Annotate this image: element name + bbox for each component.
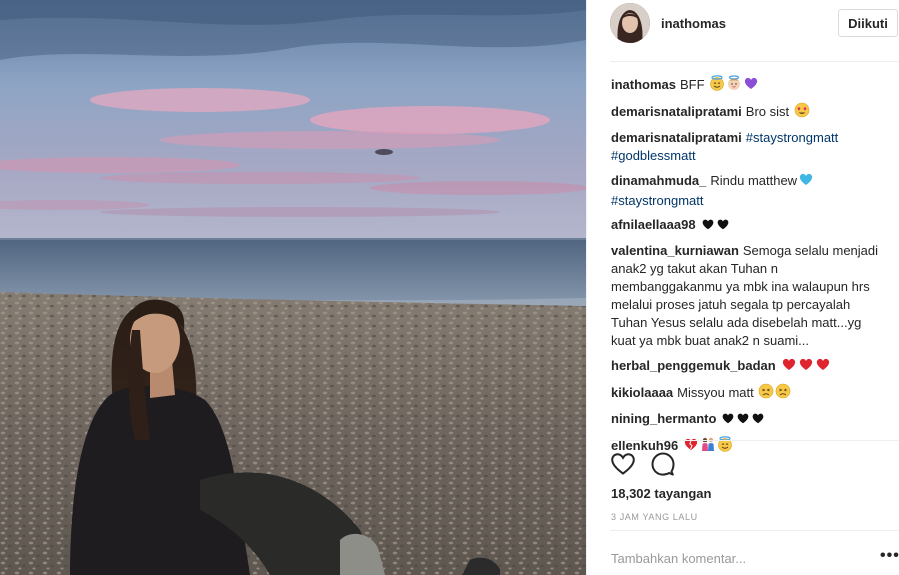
view-count: 18,302 tayangan xyxy=(611,486,712,501)
heart-outline-icon xyxy=(611,453,635,475)
comment-username[interactable]: dinamahmuda_ xyxy=(611,173,706,188)
comment-item: nining_hermanto xyxy=(611,410,889,430)
angel-baby-icon xyxy=(726,75,742,96)
avatar-image xyxy=(610,3,650,43)
black-heart-icon xyxy=(721,411,735,430)
following-button[interactable]: Diikuti xyxy=(838,9,898,37)
comment-text: Missyou matt xyxy=(677,385,754,400)
comment-username[interactable]: kikiolaaaa xyxy=(611,385,673,400)
comment-item: inathomas BFF xyxy=(611,75,889,96)
persevering-face-icon xyxy=(775,383,791,404)
red-heart-icon xyxy=(798,356,814,377)
add-comment-input[interactable] xyxy=(611,548,861,568)
persevering-face-icon xyxy=(758,383,774,404)
instagram-post: inathomas Diikuti inathomas BFF demarisna… xyxy=(0,0,899,575)
heart-eyes-icon xyxy=(794,102,810,123)
ellipsis-icon[interactable]: ••• xyxy=(880,548,899,564)
header-divider xyxy=(610,61,899,62)
comment-item: kikiolaaaa Missyou matt xyxy=(611,383,889,404)
post-header: inathomas Diikuti xyxy=(587,0,899,60)
comment-username[interactable]: inathomas xyxy=(611,77,676,92)
red-heart-icon xyxy=(815,356,831,377)
post-side-panel: inathomas Diikuti inathomas BFF demarisna… xyxy=(586,0,899,575)
comment-list: inathomas BFF demarisnatalipratami Bro sis… xyxy=(611,75,889,463)
comment-username[interactable]: demarisnatalipratami xyxy=(611,130,742,145)
speech-bubble-icon xyxy=(651,452,675,476)
black-heart-icon xyxy=(736,411,750,430)
comment-text: BFF xyxy=(680,77,705,92)
post-video[interactable] xyxy=(0,0,586,575)
comment-username[interactable]: valentina_kurniawan xyxy=(611,243,739,258)
comment-item: afnilaellaaa98 xyxy=(611,216,889,236)
comment-item: demarisnatalipratami Bro sist xyxy=(611,102,889,123)
comment-item: valentina_kurniawan Semoga selalu menjadi… xyxy=(611,242,889,350)
hashtag-link[interactable]: #staystrongmatt xyxy=(611,193,704,208)
comment-username[interactable]: demarisnatalipratami xyxy=(611,104,742,119)
comment-item: dinamahmuda_ Rindu matthew #staystrongmat… xyxy=(611,171,889,210)
post-author-username[interactable]: inathomas xyxy=(661,16,726,31)
actions-divider xyxy=(610,440,899,441)
like-button[interactable] xyxy=(610,451,636,477)
post-actions xyxy=(610,451,676,477)
comment-button[interactable] xyxy=(650,451,676,477)
smiling-face-with-halo-icon xyxy=(709,75,725,96)
blue-heart-icon xyxy=(798,171,814,192)
comment-username[interactable]: nining_hermanto xyxy=(611,411,716,426)
black-heart-icon xyxy=(701,217,715,236)
comment-text: Bro sist xyxy=(745,104,790,119)
black-heart-icon xyxy=(716,217,730,236)
red-heart-icon xyxy=(781,356,797,377)
comment-text: Semoga selalu menjadi anak2 yg takut aka… xyxy=(611,243,879,348)
hashtag-link[interactable]: #staystrongmatt xyxy=(746,130,839,145)
post-timestamp[interactable]: 3 JAM YANG LALU xyxy=(611,512,698,522)
hashtag-link[interactable]: #godblessmatt xyxy=(611,148,696,163)
comment-item: herbal_penggemuk_badan xyxy=(611,356,889,377)
comment-item: demarisnatalipratami #staystrongmatt #god… xyxy=(611,129,889,165)
comment-username[interactable]: herbal_penggemuk_badan xyxy=(611,358,776,373)
black-heart-icon xyxy=(751,411,765,430)
comment-form-divider xyxy=(610,530,899,531)
beach-photo xyxy=(0,0,586,575)
comment-text: Rindu matthew xyxy=(710,173,798,188)
comment-username[interactable]: afnilaellaaa98 xyxy=(611,217,696,232)
purple-heart-icon xyxy=(743,75,759,96)
avatar[interactable] xyxy=(610,3,650,43)
